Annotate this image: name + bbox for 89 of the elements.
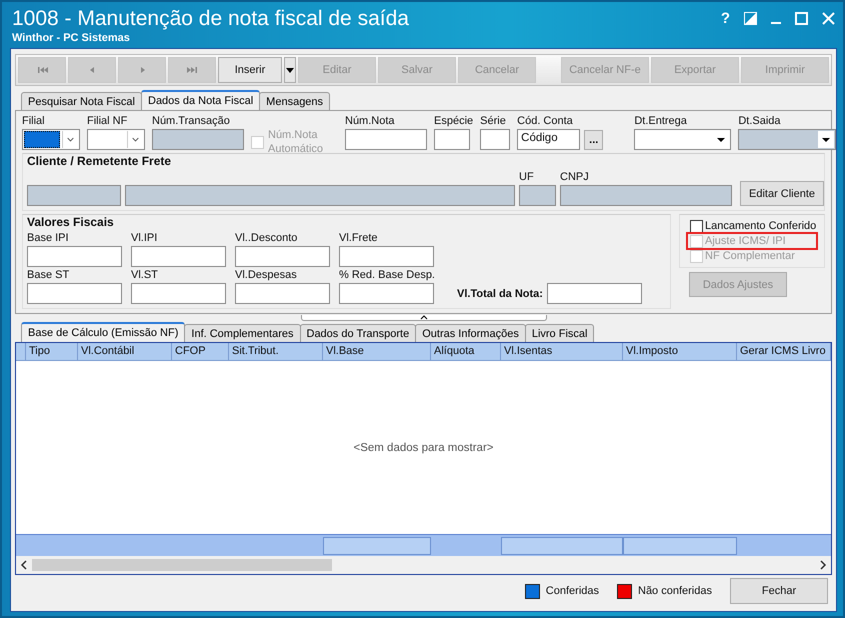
- dropdown-icon: [818, 131, 834, 148]
- input-field[interactable]: [235, 246, 330, 267]
- close-icon[interactable]: [822, 12, 835, 24]
- column-header[interactable]: Tipo: [26, 343, 78, 360]
- dropdown-icon: [286, 68, 294, 72]
- input-field[interactable]: [27, 185, 121, 206]
- field-label: Vl.Despesas: [235, 268, 298, 282]
- chevron-left-icon: [20, 560, 28, 570]
- field-label: % Red. Base Desp.: [339, 268, 436, 282]
- empty-message: <Sem dados para mostrar>: [354, 442, 494, 454]
- input-field[interactable]: [345, 129, 427, 150]
- field-label: Base ST: [27, 268, 70, 282]
- column-header[interactable]: Vl.Base: [323, 343, 431, 360]
- field-label: Série: [480, 114, 507, 128]
- field-label: Dt.Entrega: [634, 114, 688, 128]
- input-field[interactable]: [131, 246, 226, 267]
- dropdown-button[interactable]: [284, 57, 296, 83]
- field-label: Filial NF: [87, 114, 128, 128]
- input-field[interactable]: [125, 185, 515, 206]
- field-label: Vl.Frete: [339, 231, 379, 245]
- field-label: Vl.IPI: [131, 231, 158, 245]
- group-title: Cliente / Remetente Frete: [27, 154, 172, 168]
- input-field[interactable]: [519, 185, 556, 206]
- input-field[interactable]: [27, 283, 122, 304]
- input-field[interactable]: [480, 129, 510, 150]
- checkbox-label: Ajuste ICMS/ IPI: [705, 234, 786, 248]
- contrast-icon[interactable]: [744, 12, 757, 24]
- input-field[interactable]: Código: [517, 129, 580, 150]
- legend-label: Conferidas: [546, 584, 599, 598]
- next-icon: [140, 67, 144, 73]
- first-icon: [38, 67, 48, 73]
- lookup-button[interactable]: ...: [584, 130, 604, 150]
- tab[interactable]: Outras Informações: [415, 324, 526, 342]
- field-label: Filial: [22, 114, 46, 128]
- last-icon: [186, 67, 196, 73]
- previous-icon: [90, 67, 94, 73]
- checkbox-label: Lancamento Conferido: [705, 219, 816, 233]
- checkbox-label: Núm.Nota Automático: [268, 128, 324, 156]
- field-label: Espécie: [434, 114, 474, 128]
- column-header[interactable]: Gerar ICMS Livro: [737, 343, 831, 360]
- splitter-handle[interactable]: [300, 315, 546, 321]
- input-field[interactable]: [152, 129, 244, 150]
- field-label: Núm.Nota: [345, 114, 396, 128]
- chevron-right-icon: [819, 560, 827, 570]
- checkbox-label: NF Complementar: [705, 249, 795, 263]
- input-field[interactable]: [235, 283, 330, 304]
- tab[interactable]: Inf. Complementares: [184, 324, 300, 342]
- field-label: Vl.ST: [131, 268, 159, 282]
- field-label: Vl..Desconto: [235, 231, 298, 245]
- input-field[interactable]: [546, 283, 642, 304]
- edit-client-button[interactable]: Editar Cliente: [740, 181, 824, 206]
- total-label: Vl.Total da Nota:: [457, 286, 543, 300]
- column-header[interactable]: Vl.Isentas: [501, 343, 623, 360]
- column-header[interactable]: CFOP: [172, 343, 229, 360]
- field-label: Dt.Saida: [738, 114, 782, 128]
- column-header[interactable]: Vl.Contábil: [78, 343, 172, 360]
- field-label: CNPJ: [560, 170, 590, 184]
- input-field[interactable]: [339, 246, 434, 267]
- tab[interactable]: Mensagens: [259, 92, 330, 110]
- column-header[interactable]: Vl.Imposto: [623, 343, 737, 360]
- dropdown-field[interactable]: [87, 129, 145, 150]
- tab[interactable]: Dados do Transporte: [300, 324, 416, 342]
- field-label: Cód. Conta: [517, 114, 574, 128]
- maximize-icon[interactable]: [795, 12, 808, 24]
- caret-up-icon: [420, 315, 428, 320]
- checkbox[interactable]: [690, 220, 703, 232]
- dropdown-field[interactable]: [22, 129, 80, 150]
- input-field[interactable]: [434, 129, 470, 150]
- group-title: Valores Fiscais: [27, 215, 115, 229]
- input-field[interactable]: [131, 283, 226, 304]
- horizontal-scrollbar[interactable]: [16, 556, 831, 574]
- input-field[interactable]: [27, 246, 122, 267]
- tab[interactable]: Base de Cálculo (Emissão NF): [21, 322, 186, 342]
- window-subtitle: Winthor - PC Sistemas: [12, 32, 131, 44]
- field-label: Núm.Transação: [152, 114, 231, 128]
- date-field[interactable]: [634, 129, 732, 150]
- toolbar-button[interactable]: Inserir: [218, 57, 282, 83]
- help-button[interactable]: ?: [720, 10, 730, 26]
- input-field[interactable]: [339, 283, 434, 304]
- input-field[interactable]: [560, 185, 732, 206]
- column-header[interactable]: Alíquota: [431, 343, 501, 360]
- field-label: Base IPI: [27, 231, 70, 245]
- tab[interactable]: Livro Fiscal: [524, 324, 594, 342]
- column-header[interactable]: Sit.Tribut.: [229, 343, 323, 360]
- close-button[interactable]: Fechar: [730, 578, 828, 604]
- window-title: 1008 - Manutenção de nota fiscal de saída: [12, 6, 409, 32]
- tab[interactable]: Pesquisar Nota Fiscal: [21, 92, 142, 110]
- legend-label: Não conferidas: [638, 584, 712, 598]
- field-label: UF: [519, 170, 535, 184]
